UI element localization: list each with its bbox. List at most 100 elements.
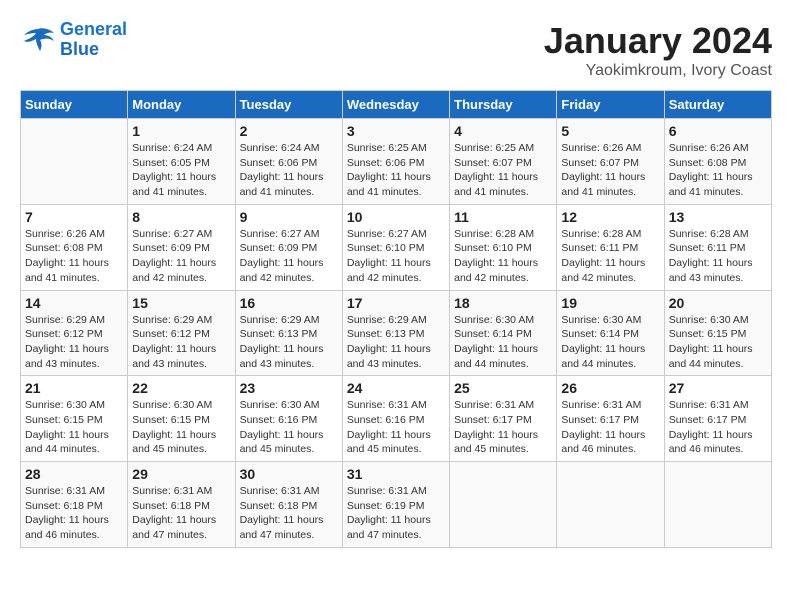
day-number: 2 xyxy=(240,123,338,139)
day-info: Sunrise: 6:29 AM Sunset: 6:13 PM Dayligh… xyxy=(240,313,338,372)
logo: General Blue xyxy=(20,20,127,60)
calendar-cell: 4 Sunrise: 6:25 AM Sunset: 6:07 PM Daylig… xyxy=(450,119,557,205)
day-number: 31 xyxy=(347,466,445,482)
day-number: 14 xyxy=(25,295,123,311)
day-info: Sunrise: 6:30 AM Sunset: 6:15 PM Dayligh… xyxy=(669,313,767,372)
calendar-cell: 18 Sunrise: 6:30 AM Sunset: 6:14 PM Dayli… xyxy=(450,290,557,376)
day-info: Sunrise: 6:29 AM Sunset: 6:12 PM Dayligh… xyxy=(25,313,123,372)
day-number: 10 xyxy=(347,209,445,225)
calendar-cell: 19Sunrise: 6:30 AM Sunset: 6:14 PM Dayli… xyxy=(557,290,664,376)
calendar-week-row: 28 Sunrise: 6:31 AM Sunset: 6:18 PM Dayli… xyxy=(21,462,772,548)
calendar-cell: 28 Sunrise: 6:31 AM Sunset: 6:18 PM Dayli… xyxy=(21,462,128,548)
calendar-cell: 1Sunrise: 6:24 AM Sunset: 6:05 PM Daylig… xyxy=(128,119,235,205)
calendar-cell: 2 Sunrise: 6:24 AM Sunset: 6:06 PM Daylig… xyxy=(235,119,342,205)
day-info: Sunrise: 6:26 AM Sunset: 6:07 PM Dayligh… xyxy=(561,141,659,200)
logo-bird-icon xyxy=(20,25,56,55)
day-number: 4 xyxy=(454,123,552,139)
day-info: Sunrise: 6:24 AM Sunset: 6:06 PM Dayligh… xyxy=(240,141,338,200)
day-number: 16 xyxy=(240,295,338,311)
calendar-cell: 5 Sunrise: 6:26 AM Sunset: 6:07 PM Daylig… xyxy=(557,119,664,205)
header-day-monday: Monday xyxy=(128,91,235,119)
calendar-cell: 6Sunrise: 6:26 AM Sunset: 6:08 PM Daylig… xyxy=(664,119,771,205)
day-number: 30 xyxy=(240,466,338,482)
day-info: Sunrise: 6:28 AM Sunset: 6:11 PM Dayligh… xyxy=(561,227,659,286)
day-info: Sunrise: 6:31 AM Sunset: 6:18 PM Dayligh… xyxy=(25,484,123,543)
day-number: 18 xyxy=(454,295,552,311)
calendar-cell xyxy=(557,462,664,548)
day-info: Sunrise: 6:28 AM Sunset: 6:10 PM Dayligh… xyxy=(454,227,552,286)
day-number: 19 xyxy=(561,295,659,311)
calendar-cell: 24Sunrise: 6:31 AM Sunset: 6:16 PM Dayli… xyxy=(342,376,449,462)
header-day-tuesday: Tuesday xyxy=(235,91,342,119)
day-number: 27 xyxy=(669,380,767,396)
day-number: 17 xyxy=(347,295,445,311)
calendar-cell: 9Sunrise: 6:27 AM Sunset: 6:09 PM Daylig… xyxy=(235,204,342,290)
calendar-table: SundayMondayTuesdayWednesdayThursdayFrid… xyxy=(20,90,772,548)
calendar-week-row: 21 Sunrise: 6:30 AM Sunset: 6:15 PM Dayli… xyxy=(21,376,772,462)
day-info: Sunrise: 6:31 AM Sunset: 6:17 PM Dayligh… xyxy=(561,398,659,457)
day-number: 5 xyxy=(561,123,659,139)
header: General Blue January 2024 Yaokimkroum, I… xyxy=(20,20,772,80)
day-info: Sunrise: 6:27 AM Sunset: 6:10 PM Dayligh… xyxy=(347,227,445,286)
day-number: 25 xyxy=(454,380,552,396)
calendar-cell: 26 Sunrise: 6:31 AM Sunset: 6:17 PM Dayli… xyxy=(557,376,664,462)
calendar-cell: 30 Sunrise: 6:31 AM Sunset: 6:18 PM Dayli… xyxy=(235,462,342,548)
calendar-week-row: 7 Sunrise: 6:26 AM Sunset: 6:08 PM Daylig… xyxy=(21,204,772,290)
header-day-sunday: Sunday xyxy=(21,91,128,119)
calendar-cell xyxy=(21,119,128,205)
calendar-cell: 10 Sunrise: 6:27 AM Sunset: 6:10 PM Dayli… xyxy=(342,204,449,290)
calendar-cell xyxy=(450,462,557,548)
day-number: 12 xyxy=(561,209,659,225)
day-info: Sunrise: 6:30 AM Sunset: 6:16 PM Dayligh… xyxy=(240,398,338,457)
calendar-title: January 2024 xyxy=(544,20,772,62)
day-info: Sunrise: 6:25 AM Sunset: 6:07 PM Dayligh… xyxy=(454,141,552,200)
day-number: 29 xyxy=(132,466,230,482)
day-number: 28 xyxy=(25,466,123,482)
day-info: Sunrise: 6:30 AM Sunset: 6:15 PM Dayligh… xyxy=(25,398,123,457)
day-info: Sunrise: 6:31 AM Sunset: 6:18 PM Dayligh… xyxy=(132,484,230,543)
logo-blue: Blue xyxy=(60,39,99,59)
calendar-body: 1Sunrise: 6:24 AM Sunset: 6:05 PM Daylig… xyxy=(21,119,772,548)
day-info: Sunrise: 6:30 AM Sunset: 6:14 PM Dayligh… xyxy=(454,313,552,372)
day-info: Sunrise: 6:31 AM Sunset: 6:18 PM Dayligh… xyxy=(240,484,338,543)
day-info: Sunrise: 6:29 AM Sunset: 6:12 PM Dayligh… xyxy=(132,313,230,372)
calendar-cell: 3Sunrise: 6:25 AM Sunset: 6:06 PM Daylig… xyxy=(342,119,449,205)
day-info: Sunrise: 6:30 AM Sunset: 6:15 PM Dayligh… xyxy=(132,398,230,457)
logo-general: General xyxy=(60,19,127,39)
calendar-cell: 22 Sunrise: 6:30 AM Sunset: 6:15 PM Dayli… xyxy=(128,376,235,462)
day-number: 26 xyxy=(561,380,659,396)
day-info: Sunrise: 6:26 AM Sunset: 6:08 PM Dayligh… xyxy=(669,141,767,200)
calendar-week-row: 14 Sunrise: 6:29 AM Sunset: 6:12 PM Dayli… xyxy=(21,290,772,376)
header-day-saturday: Saturday xyxy=(664,91,771,119)
day-number: 11 xyxy=(454,209,552,225)
day-info: Sunrise: 6:29 AM Sunset: 6:13 PM Dayligh… xyxy=(347,313,445,372)
day-info: Sunrise: 6:26 AM Sunset: 6:08 PM Dayligh… xyxy=(25,227,123,286)
header-day-wednesday: Wednesday xyxy=(342,91,449,119)
day-number: 22 xyxy=(132,380,230,396)
day-number: 20 xyxy=(669,295,767,311)
day-number: 3 xyxy=(347,123,445,139)
calendar-cell: 7 Sunrise: 6:26 AM Sunset: 6:08 PM Daylig… xyxy=(21,204,128,290)
header-day-friday: Friday xyxy=(557,91,664,119)
day-number: 1 xyxy=(132,123,230,139)
day-number: 7 xyxy=(25,209,123,225)
calendar-cell: 15Sunrise: 6:29 AM Sunset: 6:12 PM Dayli… xyxy=(128,290,235,376)
day-info: Sunrise: 6:31 AM Sunset: 6:16 PM Dayligh… xyxy=(347,398,445,457)
calendar-cell: 11 Sunrise: 6:28 AM Sunset: 6:10 PM Dayli… xyxy=(450,204,557,290)
day-info: Sunrise: 6:27 AM Sunset: 6:09 PM Dayligh… xyxy=(240,227,338,286)
day-number: 21 xyxy=(25,380,123,396)
calendar-cell: 29 Sunrise: 6:31 AM Sunset: 6:18 PM Dayli… xyxy=(128,462,235,548)
calendar-cell: 27 Sunrise: 6:31 AM Sunset: 6:17 PM Dayli… xyxy=(664,376,771,462)
calendar-cell: 12 Sunrise: 6:28 AM Sunset: 6:11 PM Dayli… xyxy=(557,204,664,290)
day-number: 23 xyxy=(240,380,338,396)
calendar-cell: 8Sunrise: 6:27 AM Sunset: 6:09 PM Daylig… xyxy=(128,204,235,290)
calendar-cell xyxy=(664,462,771,548)
calendar-cell: 21 Sunrise: 6:30 AM Sunset: 6:15 PM Dayli… xyxy=(21,376,128,462)
title-area: January 2024 Yaokimkroum, Ivory Coast xyxy=(544,20,772,80)
calendar-header-row: SundayMondayTuesdayWednesdayThursdayFrid… xyxy=(21,91,772,119)
day-info: Sunrise: 6:31 AM Sunset: 6:17 PM Dayligh… xyxy=(669,398,767,457)
calendar-cell: 23 Sunrise: 6:30 AM Sunset: 6:16 PM Dayli… xyxy=(235,376,342,462)
day-number: 13 xyxy=(669,209,767,225)
calendar-cell: 20 Sunrise: 6:30 AM Sunset: 6:15 PM Dayli… xyxy=(664,290,771,376)
calendar-subtitle: Yaokimkroum, Ivory Coast xyxy=(544,62,772,80)
